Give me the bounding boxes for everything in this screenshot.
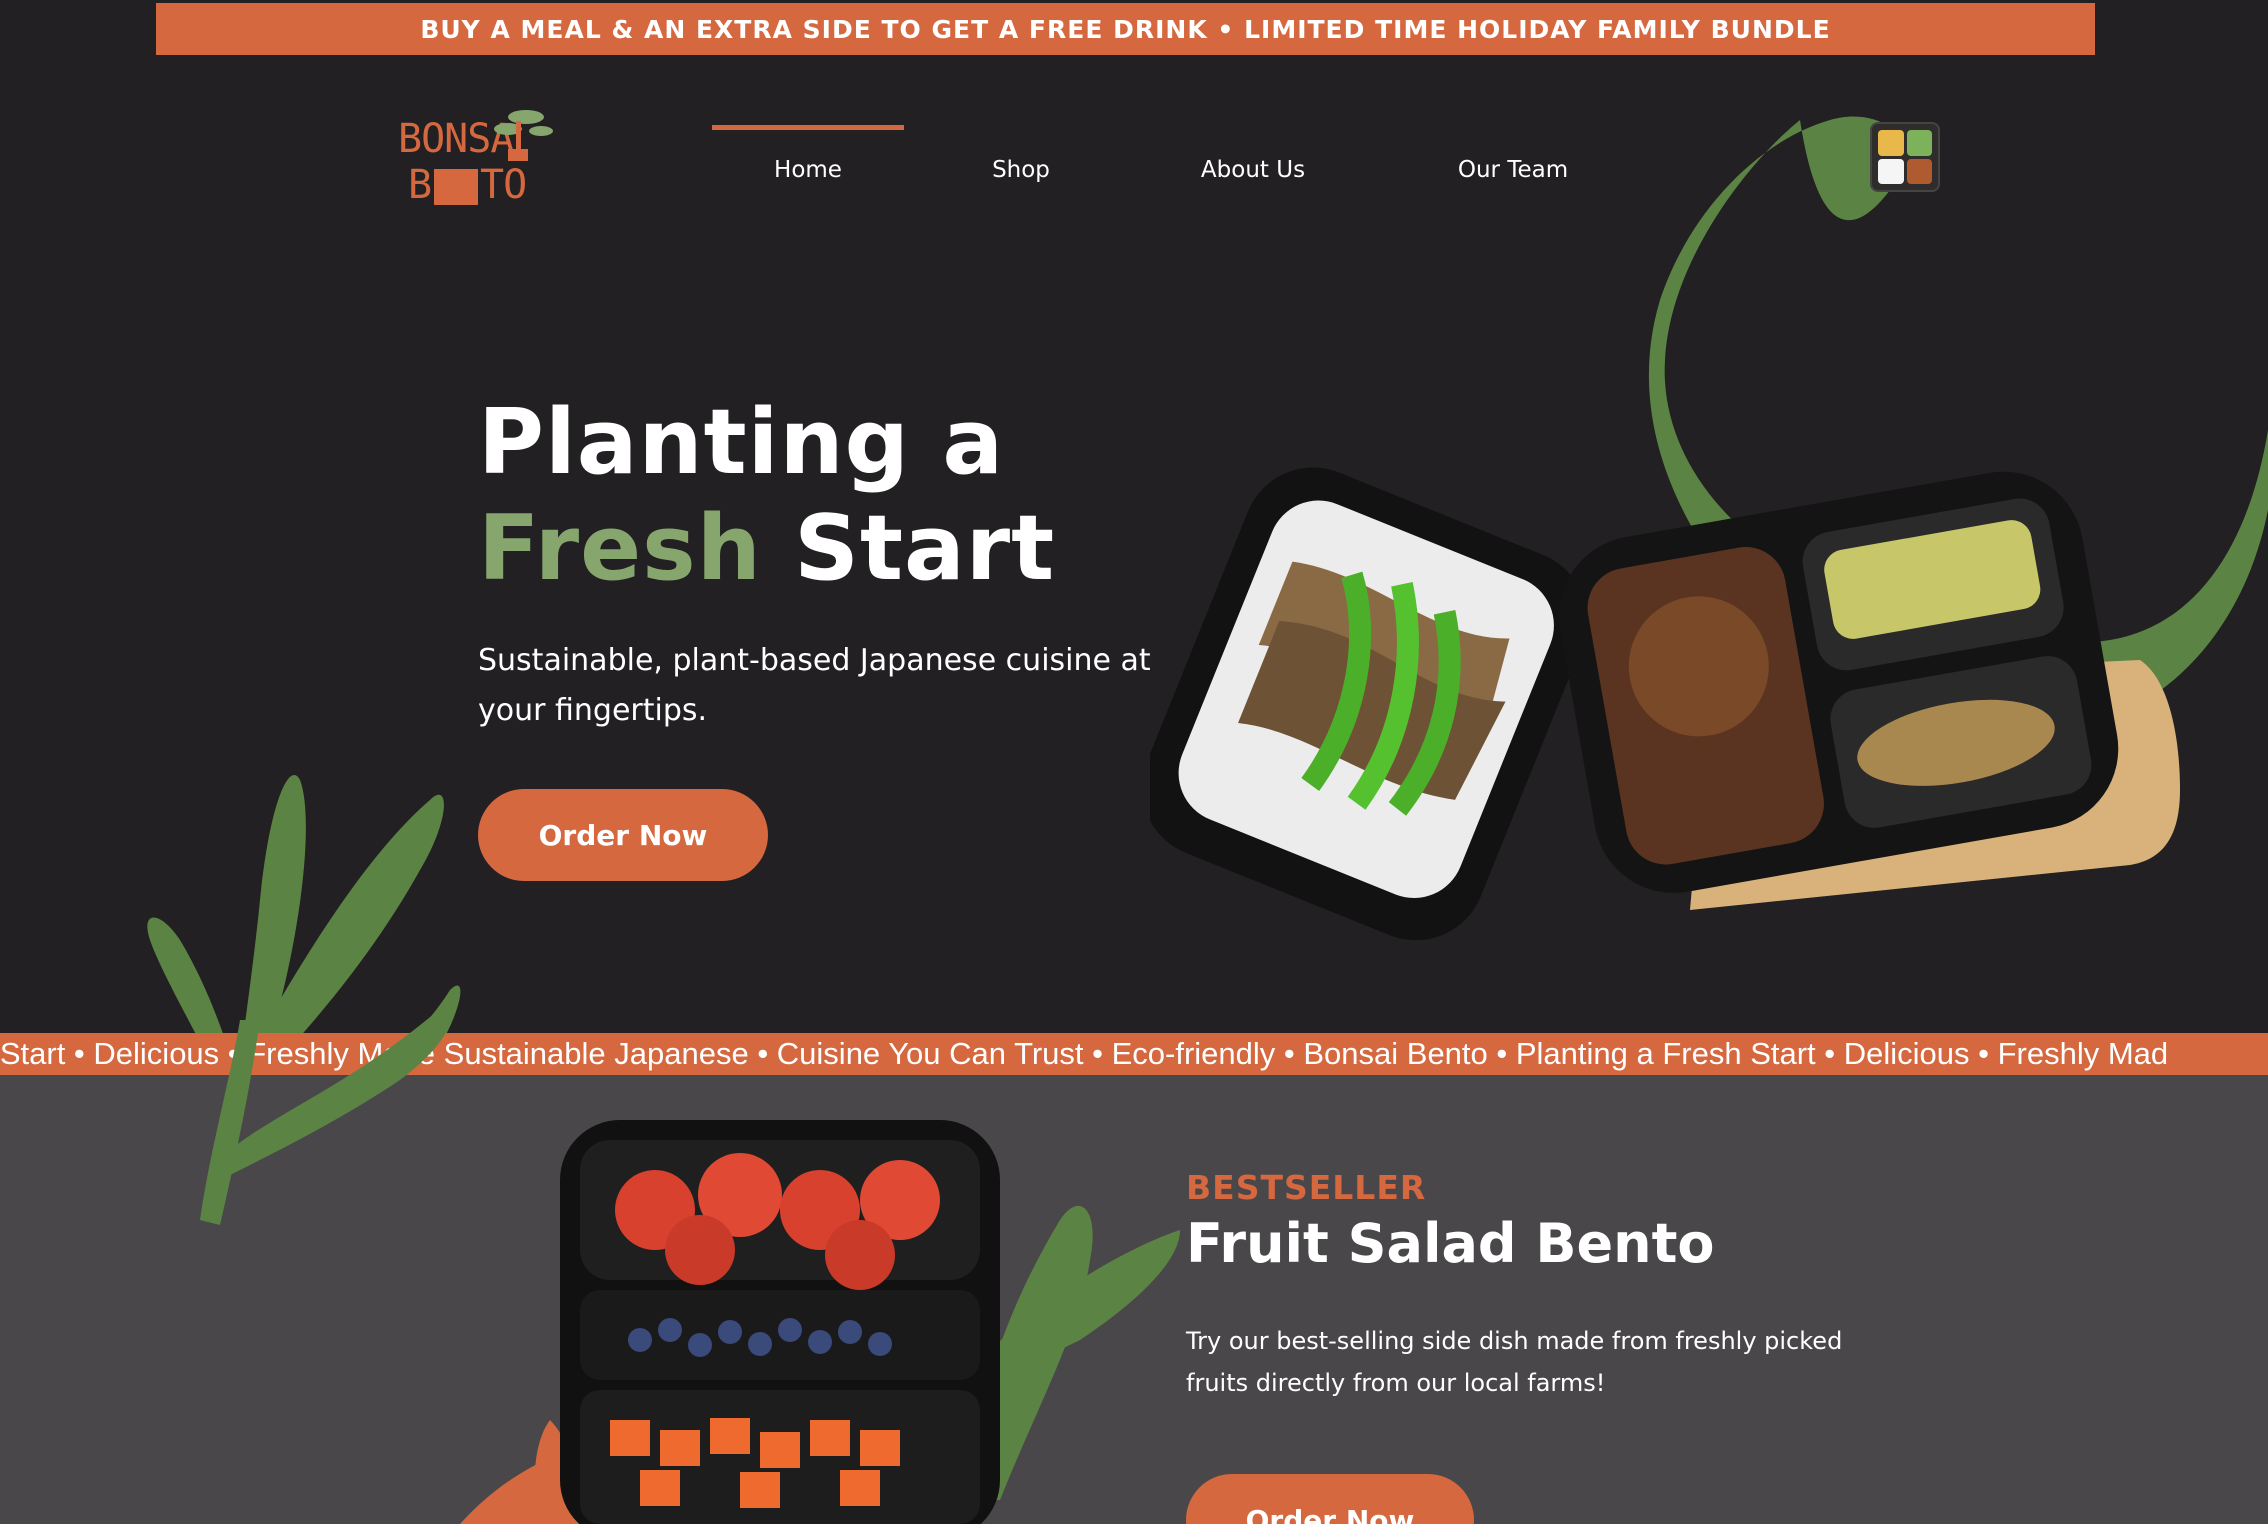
decorative-leaf-stem xyxy=(200,1000,453,1225)
cart-cell xyxy=(1906,130,1932,156)
hero-subtitle: Sustainable, plant-based Japanese cuisin… xyxy=(478,643,1151,728)
nav-about-label: About Us xyxy=(1200,157,1306,183)
nav-team-label: Our Team xyxy=(1457,157,1569,183)
product-description: Try our best-selling side dish made from… xyxy=(1186,1327,1843,1397)
product-order-now-button[interactable]: Order Now xyxy=(1186,1474,1474,1524)
logo-text-to: TO xyxy=(480,162,527,208)
hero-title-accent: Fresh xyxy=(478,496,762,601)
logo-box-icon xyxy=(434,169,478,205)
main-nav: Home Shop About Us Our Team xyxy=(712,125,1658,215)
cart-cell xyxy=(1878,158,1904,184)
announcement-bar: BUY A MEAL & AN EXTRA SIDE TO GET A FREE… xyxy=(156,3,2095,55)
bestseller-label: BESTSELLER xyxy=(1186,1168,1427,1207)
logo[interactable]: BONSA B TO xyxy=(398,105,553,215)
bento-hero-image xyxy=(1150,467,2180,941)
hero-title-line2: Fresh Start xyxy=(478,496,1055,602)
bento-cart-icon[interactable] xyxy=(1870,122,1940,192)
cart-cell xyxy=(1878,130,1904,156)
order-now-button[interactable]: Order Now xyxy=(478,789,768,881)
cart-cell xyxy=(1906,158,1932,184)
nav-shop-label: Shop xyxy=(992,157,1050,183)
bonsai-tree-icon xyxy=(494,110,553,161)
product-title: Fruit Salad Bento xyxy=(1186,1212,1715,1275)
hero-title-rest: Start xyxy=(794,496,1056,601)
fruit-salad-bento-image xyxy=(460,1120,1180,1524)
logo-text-b: B xyxy=(408,162,432,208)
nav-home-label: Home xyxy=(774,157,842,183)
nav-shop[interactable]: Shop xyxy=(904,125,1138,215)
hero-title: Planting a Fresh Start xyxy=(478,390,1055,602)
announcement-text: BUY A MEAL & AN EXTRA SIDE TO GET A FREE… xyxy=(420,14,1831,44)
hero-title-line1: Planting a xyxy=(478,390,1005,495)
nav-our-team[interactable]: Our Team xyxy=(1368,125,1658,215)
nav-about-us[interactable]: About Us xyxy=(1138,125,1368,215)
nav-home[interactable]: Home xyxy=(712,125,904,215)
